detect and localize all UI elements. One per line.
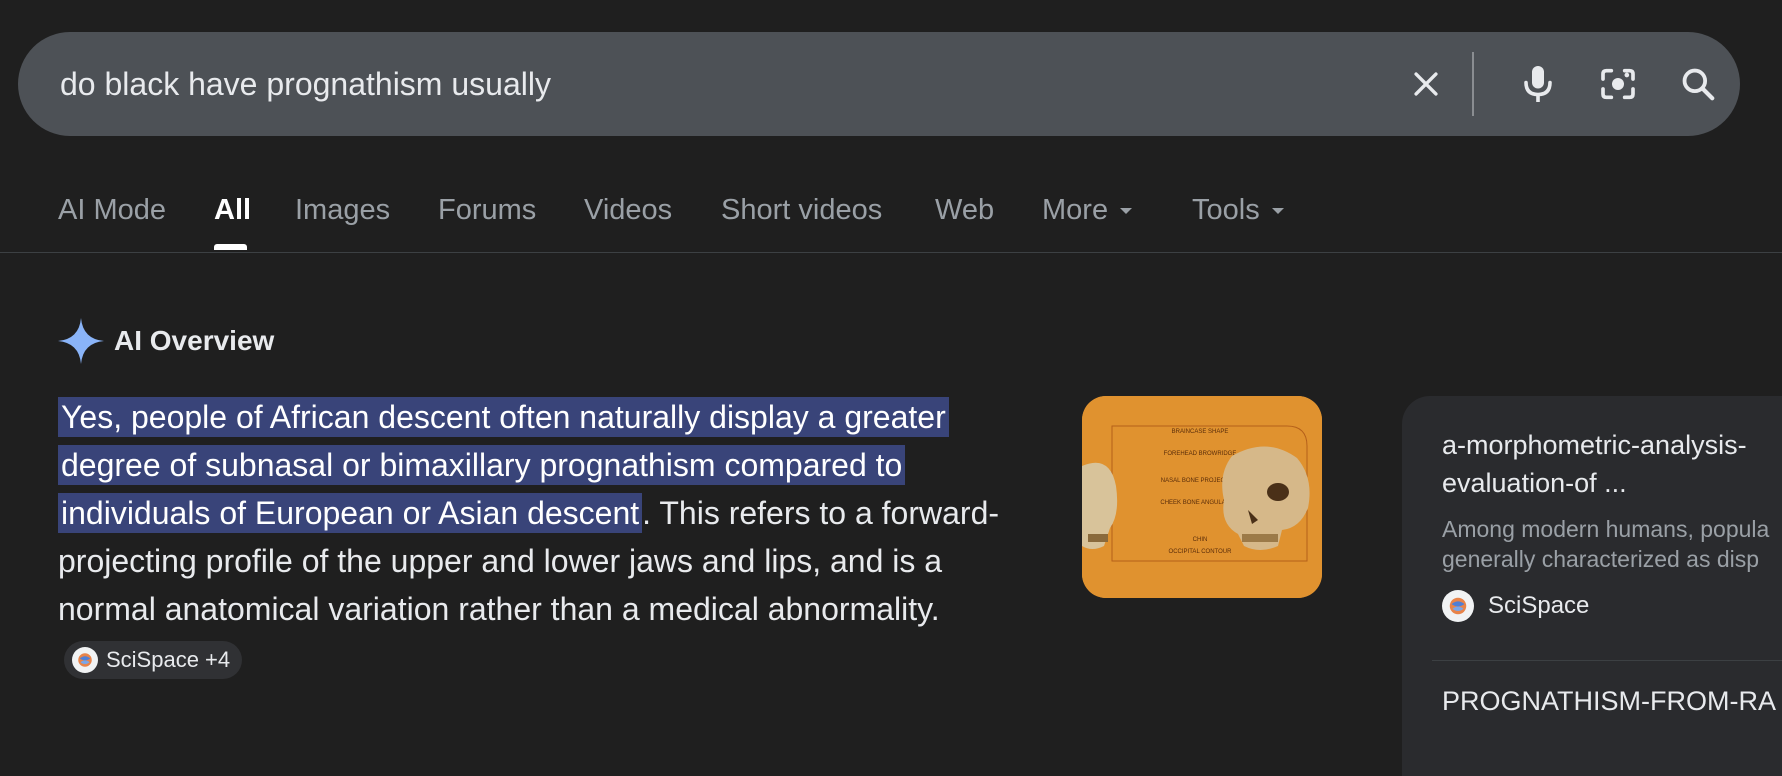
- skull-comparison-image: BRAINCASE SHAPE FOREHEAD BROWRIDGE NASAL…: [1082, 396, 1322, 598]
- scispace-logo-icon: [1442, 590, 1474, 622]
- tab-more-label: More: [1042, 194, 1109, 226]
- tab-short-videos[interactable]: Short videos: [721, 194, 882, 227]
- source-card-title[interactable]: a-morphometric-analysis- evaluation-of .…: [1442, 426, 1782, 502]
- search-input[interactable]: do black have prognathism usually: [60, 32, 551, 136]
- source-name: SciSpace: [1488, 592, 1590, 619]
- search-icon: [1682, 68, 1715, 101]
- citation-label: SciSpace +4: [106, 646, 231, 672]
- source-attribution: SciSpace: [1442, 590, 1589, 622]
- chevron-down-icon: [1120, 208, 1133, 215]
- microphone-icon: [1524, 66, 1552, 102]
- camera-lens-icon: [1601, 68, 1635, 100]
- close-icon: [1414, 72, 1438, 96]
- tab-all[interactable]: All: [214, 194, 251, 227]
- source-card-snippet-line: Among modern humans, popula: [1442, 516, 1770, 542]
- sparkle-icon: [58, 318, 104, 364]
- tab-images[interactable]: Images: [295, 194, 390, 227]
- tab-videos[interactable]: Videos: [584, 194, 672, 227]
- citation-chip[interactable]: SciSpace +4: [64, 640, 243, 679]
- tools-label: Tools: [1192, 194, 1260, 226]
- thumb-label: CHIN: [1193, 537, 1208, 543]
- tab-more[interactable]: More: [1042, 194, 1133, 227]
- search-bar[interactable]: do black have prognathism usually: [18, 32, 1740, 136]
- search-tabs: AI Mode All Images Forums Videos Short v…: [0, 160, 1782, 253]
- ai-overview-title: AI Overview: [114, 325, 275, 356]
- next-source-title[interactable]: PROGNATHISM-FROM-RA: [1442, 682, 1776, 720]
- tools-button[interactable]: Tools: [1192, 194, 1284, 227]
- search-button[interactable]: [1678, 64, 1718, 104]
- active-tab-indicator: [214, 244, 247, 250]
- source-card-title-line: a-morphometric-analysis-: [1442, 430, 1747, 460]
- tab-ai-mode[interactable]: AI Mode: [58, 194, 166, 227]
- source-card[interactable]: a-morphometric-analysis- evaluation-of .…: [1402, 396, 1782, 776]
- voice-search-button[interactable]: [1518, 64, 1558, 104]
- tab-web[interactable]: Web: [935, 194, 994, 227]
- clear-search-button[interactable]: [1406, 64, 1446, 104]
- scispace-logo-icon: [72, 646, 98, 673]
- thumb-label: FOREHEAD BROWRIDGE: [1164, 451, 1237, 457]
- image-search-button[interactable]: [1598, 64, 1638, 104]
- thumb-label: BRAINCASE SHAPE: [1172, 429, 1229, 435]
- ai-overview-header: AI Overview: [58, 318, 274, 364]
- chevron-down-icon: [1271, 208, 1284, 215]
- ai-overview-answer: Yes, people of African descent often nat…: [58, 393, 1048, 681]
- thumb-label: OCCIPITAL CONTOUR: [1169, 549, 1233, 555]
- skull-comparison-thumbnail[interactable]: BRAINCASE SHAPE FOREHEAD BROWRIDGE NASAL…: [1082, 396, 1322, 598]
- tab-forums[interactable]: Forums: [438, 194, 536, 227]
- card-divider: [1432, 660, 1782, 661]
- search-divider: [1472, 52, 1474, 116]
- source-card-snippet-line: generally characterized as disp: [1442, 546, 1760, 572]
- source-card-title-line: evaluation-of ...: [1442, 468, 1627, 498]
- source-card-snippet: Among modern humans, popula generally ch…: [1442, 514, 1782, 574]
